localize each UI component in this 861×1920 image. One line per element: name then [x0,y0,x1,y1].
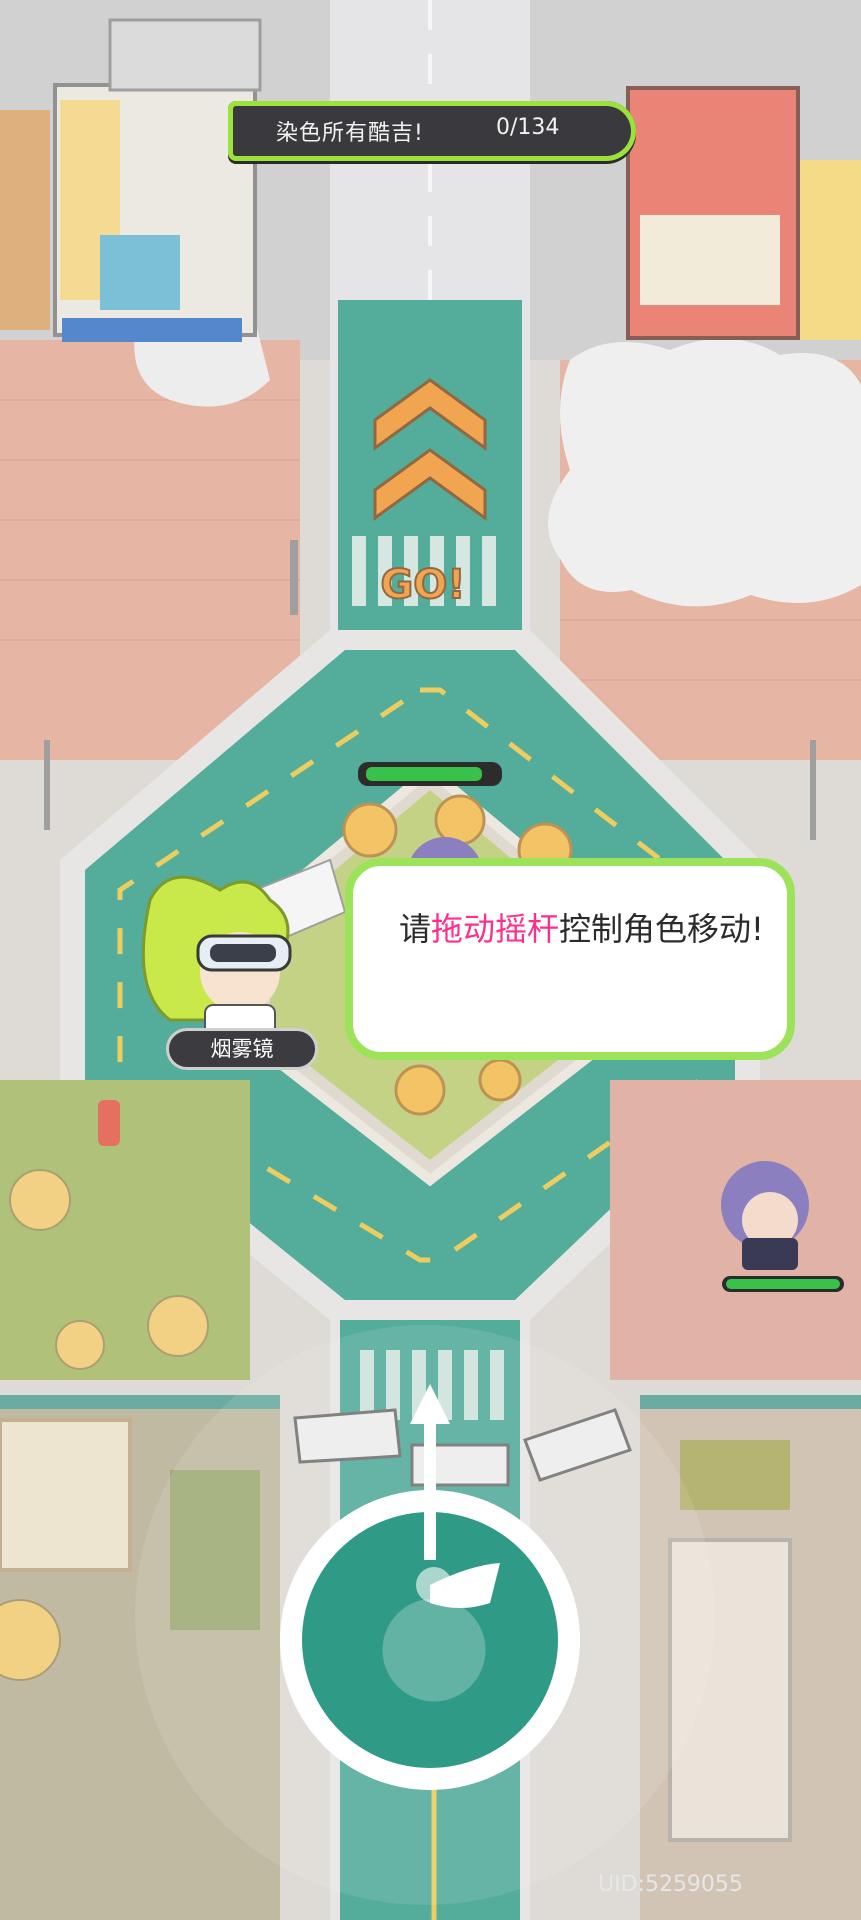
tutorial-dialog[interactable]: 请拖动摇杆控制角色移动! [345,858,795,1060]
dialog-text-highlight: 拖动摇杆 [431,910,560,948]
speaker-name-tag: 烟雾镜 [166,1028,318,1070]
speaker-portrait [141,875,292,1036]
uid-label: UID:5259055 [598,1872,743,1897]
quest-label: 染色所有酷吉! [276,121,424,146]
enemy-health-bar-right [722,1276,844,1292]
quest-progress: 0/134 [496,115,560,140]
dialog-text-before: 请 [399,910,432,948]
quest-banner: 染色所有酷吉! 0/134 [228,101,636,161]
dialog-text-after: 控制角色移动! [559,910,764,948]
dialog-text: 请拖动摇杆控制角色移动! [399,904,779,954]
enemy-health-bar [358,762,502,786]
